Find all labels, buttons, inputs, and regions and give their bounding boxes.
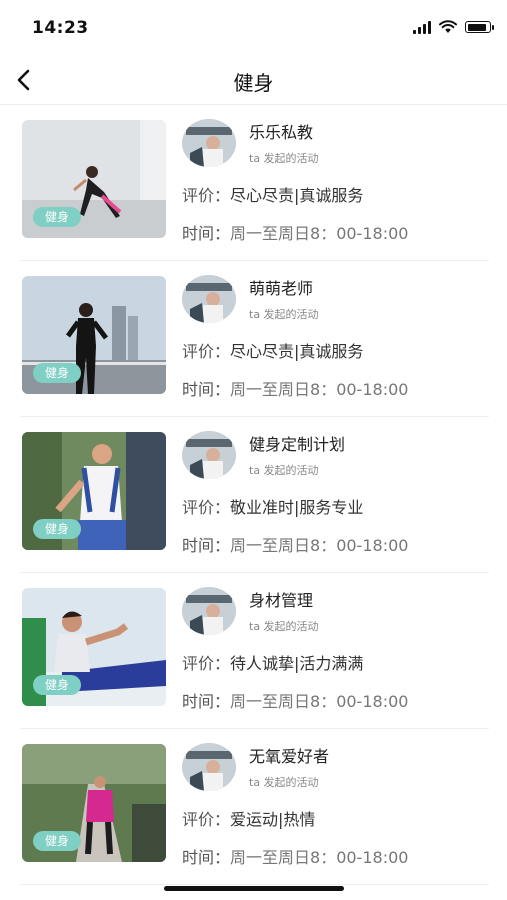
item-rating: 评价：爱运动|热情	[182, 806, 315, 830]
item-name: 健身定制计划	[249, 435, 346, 454]
category-tag: 健身	[33, 675, 81, 695]
item-subtitle: ta 发起的活动	[249, 776, 319, 789]
category-tag: 健身	[33, 519, 81, 539]
wifi-icon	[439, 20, 457, 33]
item-rating: 评价：尽心尽责|真诚服务	[182, 182, 363, 206]
item-subtitle: ta 发起的活动	[249, 464, 319, 477]
item-time: 时间：周一至周日8：00-18:00	[182, 532, 408, 556]
time-label: 时间：	[182, 380, 231, 399]
item-name: 乐乐私教	[249, 123, 314, 142]
list-item[interactable]: 健身 乐乐私教 ta 发起的活动 评价：尽心尽责|真诚服务 时间：周一至周日8：…	[20, 105, 489, 261]
thumbnail-image: 健身	[22, 276, 166, 394]
item-rating: 评价：尽心尽责|真诚服务	[182, 338, 363, 362]
rating-label: 评价：	[182, 342, 231, 361]
time-label: 时间：	[182, 224, 231, 243]
time-value: 周一至周日8：00-18:00	[230, 224, 409, 243]
time-value: 周一至周日8：00-18:00	[230, 848, 409, 867]
rating-value: 待人诚挚|活力满满	[230, 654, 364, 673]
category-tag: 健身	[33, 831, 81, 851]
thumbnail-image: 健身	[22, 120, 166, 238]
item-subtitle: ta 发起的活动	[249, 152, 319, 165]
rating-label: 评价：	[182, 186, 231, 205]
list-item[interactable]: 健身 无氧爱好者 ta 发起的活动 评价：爱运动|热情 时间：周一至周日8：00…	[20, 729, 489, 885]
avatar	[182, 743, 236, 791]
item-subtitle: ta 发起的活动	[249, 620, 319, 633]
thumbnail-image: 健身	[22, 744, 166, 862]
time-label: 时间：	[182, 536, 231, 555]
time-value: 周一至周日8：00-18:00	[230, 536, 409, 555]
rating-value: 爱运动|热情	[230, 810, 316, 829]
category-tag: 健身	[33, 207, 81, 227]
thumbnail-image: 健身	[22, 432, 166, 550]
category-tag: 健身	[33, 363, 81, 383]
thumbnail-image: 健身	[22, 588, 166, 706]
item-time: 时间：周一至周日8：00-18:00	[182, 220, 408, 244]
time-value: 周一至周日8：00-18:00	[230, 380, 409, 399]
item-name: 身材管理	[249, 591, 314, 610]
list-item[interactable]: 健身 健身定制计划 ta 发起的活动 评价：敬业准时|服务专业 时间：周一至周日…	[20, 417, 489, 573]
rating-label: 评价：	[182, 654, 231, 673]
nav-bar: 健身	[0, 56, 507, 105]
status-time: 14:23	[32, 18, 89, 38]
rating-value: 敬业准时|服务专业	[230, 498, 364, 517]
rating-label: 评价：	[182, 810, 231, 829]
page-title: 健身	[233, 71, 274, 95]
status-icons	[413, 20, 494, 34]
item-time: 时间：周一至周日8：00-18:00	[182, 376, 408, 400]
list-item[interactable]: 健身 萌萌老师 ta 发起的活动 评价：尽心尽责|真诚服务 时间：周一至周日8：…	[20, 261, 489, 417]
item-time: 时间：周一至周日8：00-18:00	[182, 844, 408, 868]
avatar	[182, 119, 236, 167]
rating-value: 尽心尽责|真诚服务	[230, 186, 364, 205]
time-label: 时间：	[182, 848, 231, 867]
rating-value: 尽心尽责|真诚服务	[230, 342, 364, 361]
status-bar: 14:23	[0, 0, 507, 56]
battery-icon	[465, 21, 494, 33]
avatar	[182, 275, 236, 323]
list-item[interactable]: 健身 身材管理 ta 发起的活动 评价：待人诚挚|活力满满 时间：周一至周日8：…	[20, 573, 489, 729]
activity-list: 健身 乐乐私教 ta 发起的活动 评价：尽心尽责|真诚服务 时间：周一至周日8：…	[0, 105, 507, 885]
home-indicator[interactable]	[164, 886, 344, 891]
item-name: 萌萌老师	[249, 279, 314, 298]
item-subtitle: ta 发起的活动	[249, 308, 319, 321]
avatar	[182, 431, 236, 479]
avatar	[182, 587, 236, 635]
time-value: 周一至周日8：00-18:00	[230, 692, 409, 711]
item-name: 无氧爱好者	[249, 747, 330, 766]
time-label: 时间：	[182, 692, 231, 711]
item-rating: 评价：敬业准时|服务专业	[182, 494, 363, 518]
item-time: 时间：周一至周日8：00-18:00	[182, 688, 408, 712]
item-rating: 评价：待人诚挚|活力满满	[182, 650, 363, 674]
rating-label: 评价：	[182, 498, 231, 517]
signal-icon	[413, 20, 431, 34]
